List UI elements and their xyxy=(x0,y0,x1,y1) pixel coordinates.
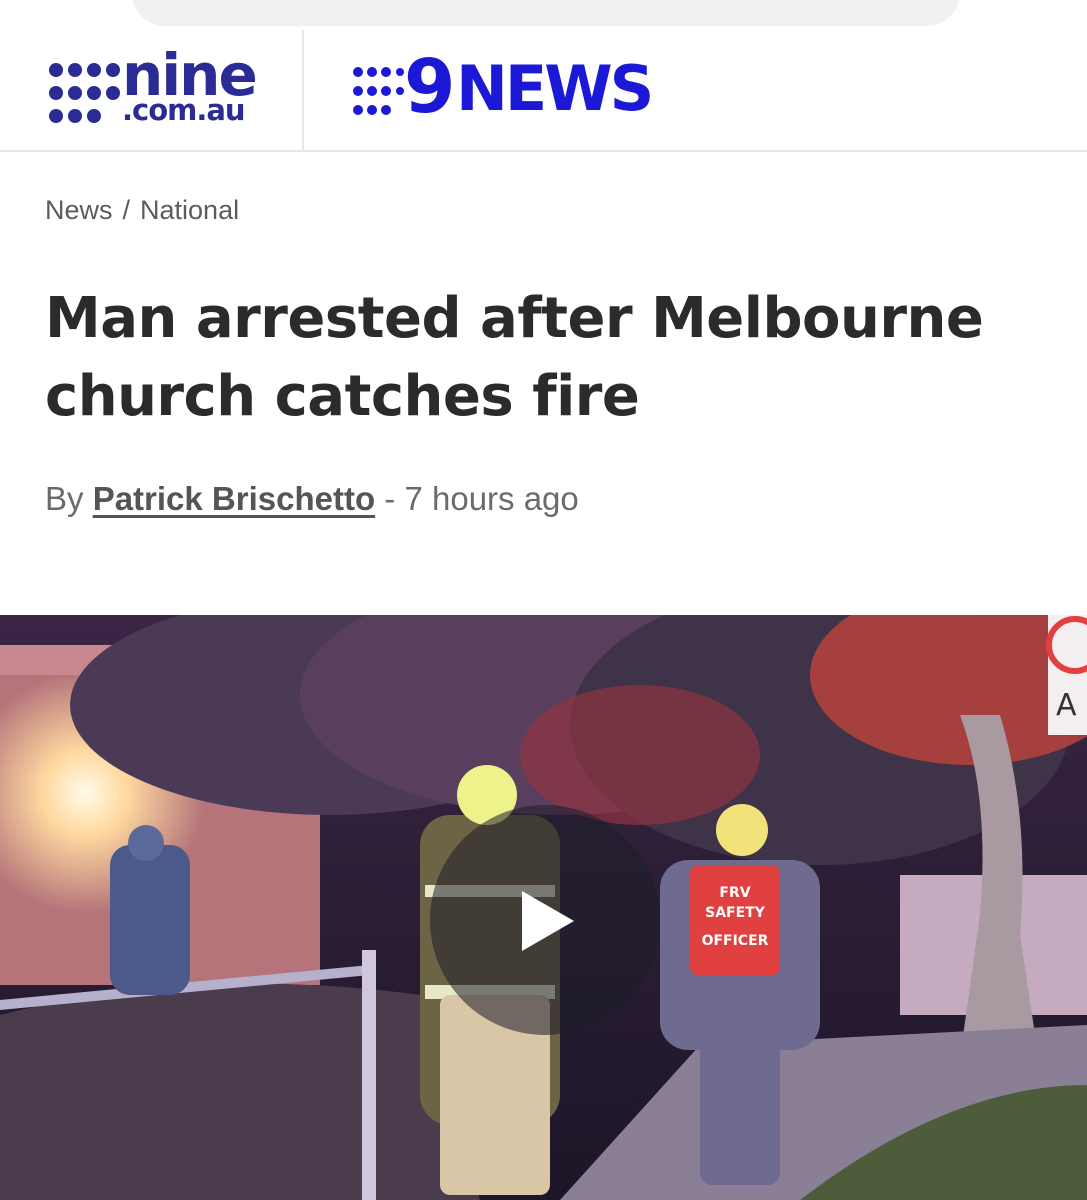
breadcrumb-news[interactable]: News xyxy=(45,195,113,226)
vest-line-2: SAFETY xyxy=(705,905,766,921)
sign-letter: A xyxy=(1056,688,1077,723)
play-icon xyxy=(522,891,574,951)
hero-video[interactable]: A FRV SAFETY OFFICER xyxy=(0,615,1087,1200)
nine-logo-domain: .com.au xyxy=(122,93,246,127)
brand-divider xyxy=(302,30,304,150)
nine-logo[interactable]: nine .com.au xyxy=(48,46,260,130)
byline-separator: - xyxy=(384,480,396,517)
publish-time: 7 hours ago xyxy=(404,480,579,517)
breadcrumb-separator: / xyxy=(122,195,131,225)
article-byline: By Patrick Brischetto - 7 hours ago xyxy=(45,480,579,518)
nine-dots-icon xyxy=(49,63,120,123)
9news-dots-icon xyxy=(353,67,404,115)
vest-line-1: FRV xyxy=(719,885,750,901)
breadcrumb-national[interactable]: National xyxy=(140,195,239,226)
byline-prefix: By xyxy=(45,480,84,517)
breadcrumb: News / National xyxy=(45,195,239,226)
vest-line-3: OFFICER xyxy=(702,933,769,949)
play-button[interactable] xyxy=(430,805,660,1035)
9news-word: NEWS xyxy=(456,52,654,125)
9news-logo[interactable]: 9 NEWS xyxy=(352,50,712,125)
site-header: nine .com.au 9 NEWS xyxy=(0,30,1087,152)
author-link[interactable]: Patrick Brischetto xyxy=(93,480,375,517)
9news-numeral: 9 xyxy=(404,44,455,130)
search-bar[interactable] xyxy=(132,0,960,26)
article-headline: Man arrested after Melbourne church catc… xyxy=(45,286,984,429)
